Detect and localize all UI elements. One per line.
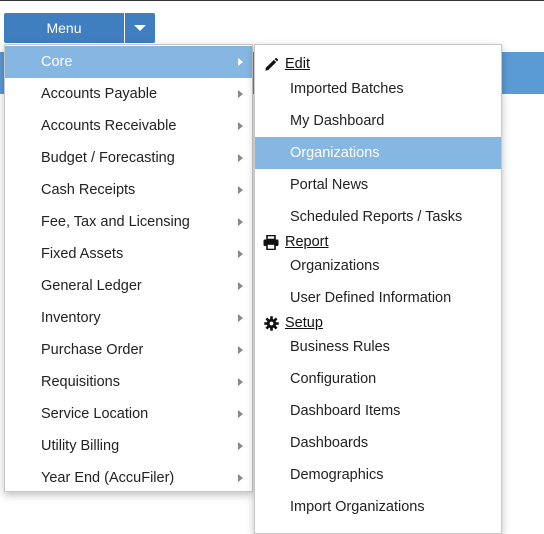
submenu-item-business-rules[interactable]: Business Rules [255, 331, 501, 363]
menu-item-utility-billing[interactable]: Utility Billing [5, 430, 252, 462]
submenu-item-label: Scheduled Reports / Tasks [290, 209, 463, 225]
submenu-item-label: Portal News [290, 177, 369, 193]
menu-item-purchase-order[interactable]: Purchase Order [5, 334, 252, 366]
submenu-item-label: Dashboards [290, 435, 369, 451]
submenu-header-label: Report [285, 234, 329, 250]
submenu-item-label: Imported Batches [290, 81, 404, 97]
menu-item-label: Budget / Forecasting [41, 150, 175, 166]
chevron-right-icon [238, 90, 243, 98]
submenu-item-label: Organizations [290, 258, 380, 274]
submenu-item-my-dashboard[interactable]: My Dashboard [255, 105, 501, 137]
submenu-item-organizations-edit[interactable]: Organizations [255, 137, 501, 169]
submenu-item-user-defined-information[interactable]: User Defined Information [255, 282, 501, 314]
menu-item-general-ledger[interactable]: General Ledger [5, 270, 252, 302]
submenu-item-demographics[interactable]: Demographics [255, 459, 501, 491]
submenu-item-dashboard-items[interactable]: Dashboard Items [255, 395, 501, 427]
chevron-right-icon [238, 250, 243, 258]
chevron-right-icon [238, 314, 243, 322]
menu-item-inventory[interactable]: Inventory [5, 302, 252, 334]
menu-item-cash-receipts[interactable]: Cash Receipts [5, 174, 252, 206]
submenu-header-label: Edit [285, 56, 310, 72]
submenu-item-configuration[interactable]: Configuration [255, 363, 501, 395]
submenu-item-imported-batches[interactable]: Imported Batches [255, 73, 501, 105]
menu-item-label: Requisitions [41, 374, 120, 390]
submenu-header-edit[interactable]: Edit [263, 54, 310, 74]
chevron-right-icon [238, 218, 243, 226]
menu-item-label: Service Location [41, 406, 149, 422]
menu-item-accounts-payable[interactable]: Accounts Payable [5, 78, 252, 110]
menu-item-label: Inventory [41, 310, 101, 326]
chevron-right-icon [238, 346, 243, 354]
submenu-item-label: Configuration [290, 371, 377, 387]
menu-item-label: Purchase Order [41, 342, 144, 358]
menu-item-label: Year End (AccuFiler) [41, 470, 175, 486]
menu-item-fixed-assets[interactable]: Fixed Assets [5, 238, 252, 270]
menu-item-label: Fee, Tax and Licensing [41, 214, 190, 230]
top-border [0, 0, 544, 1]
submenu-header-label: Setup [285, 315, 323, 331]
chevron-right-icon [238, 474, 243, 482]
menu-item-year-end[interactable]: Year End (AccuFiler) [5, 462, 252, 494]
menu-button[interactable]: Menu [4, 13, 124, 43]
chevron-right-icon [238, 442, 243, 450]
submenu-item-organizations-report[interactable]: Organizations [255, 250, 501, 282]
submenu-item-label: Business Rules [290, 339, 390, 355]
menu-dropdown-toggle[interactable] [125, 13, 155, 43]
menu-item-fee-tax-licensing[interactable]: Fee, Tax and Licensing [5, 206, 252, 238]
menu-item-budget-forecasting[interactable]: Budget / Forecasting [5, 142, 252, 174]
submenu-item-scheduled-reports[interactable]: Scheduled Reports / Tasks [255, 201, 501, 233]
chevron-right-icon [238, 378, 243, 386]
submenu-item-label: Dashboard Items [290, 403, 401, 419]
menu-item-label: General Ledger [41, 278, 142, 294]
pencil-icon [263, 56, 279, 72]
submenu-item-portal-news[interactable]: Portal News [255, 169, 501, 201]
caret-down-icon [134, 25, 146, 31]
chevron-right-icon [238, 122, 243, 130]
menu-item-service-location[interactable]: Service Location [5, 398, 252, 430]
chevron-right-icon [238, 154, 243, 162]
submenu-item-label: Organizations [290, 145, 380, 161]
menu-item-core[interactable]: Core [5, 46, 252, 78]
menu-button-group: Menu [4, 13, 155, 43]
submenu-item-label: My Dashboard [290, 113, 385, 129]
chevron-right-icon [238, 410, 243, 418]
menu-item-label: Core [41, 54, 73, 70]
submenu-header-setup[interactable]: Setup [263, 313, 323, 333]
submenu-header-report[interactable]: Report [263, 232, 329, 252]
submenu-item-label: User Defined Information [290, 290, 452, 306]
gear-icon [263, 315, 279, 331]
printer-icon [263, 234, 279, 250]
chevron-right-icon [238, 186, 243, 194]
menu-item-requisitions[interactable]: Requisitions [5, 366, 252, 398]
menu-item-label: Utility Billing [41, 438, 120, 454]
menu-item-accounts-receivable[interactable]: Accounts Receivable [5, 110, 252, 142]
core-submenu: Edit Imported Batches My Dashboard Organ… [254, 44, 502, 534]
submenu-item-dashboards[interactable]: Dashboards [255, 427, 501, 459]
menu-item-label: Accounts Receivable [41, 118, 177, 134]
chevron-right-icon [238, 282, 243, 290]
menu-item-label: Cash Receipts [41, 182, 136, 198]
submenu-item-import-organizations[interactable]: Import Organizations [255, 491, 501, 523]
chevron-right-icon [238, 58, 243, 66]
menu-item-label: Accounts Payable [41, 86, 158, 102]
main-menu: Core Accounts Payable Accounts Receivabl… [4, 44, 253, 492]
submenu-item-label: Import Organizations [290, 499, 425, 515]
menu-item-label: Fixed Assets [41, 246, 124, 262]
submenu-item-label: Demographics [290, 467, 384, 483]
